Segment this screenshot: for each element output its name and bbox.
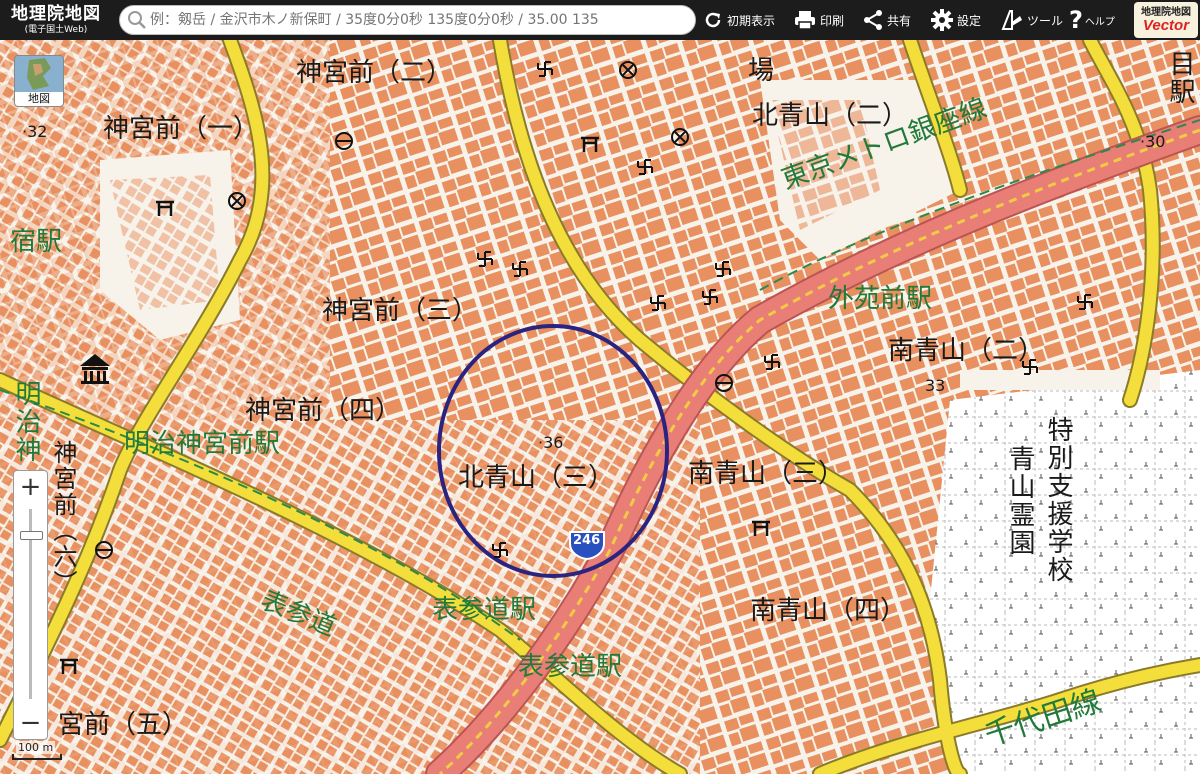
share-label: 共有 xyxy=(887,13,912,28)
label-jo: 場 xyxy=(748,56,775,86)
scale-bar: 100 m xyxy=(12,741,64,762)
help-icon: ? xyxy=(1069,6,1083,34)
printer-icon xyxy=(795,11,815,30)
reset-view-label: 初期表示 xyxy=(727,13,776,28)
scale-bar-label: 100 m xyxy=(16,741,56,754)
zoom-out-button[interactable]: − xyxy=(13,707,48,739)
reset-view-button[interactable]: 初期表示 xyxy=(702,0,775,40)
label-jingumae-1: 神宮前（一） xyxy=(103,114,260,144)
label-jingumae-4: 神宮前（四） xyxy=(245,396,402,426)
elevation-36: ·36 xyxy=(538,433,564,452)
toolbar: 地理院地図 (電子国土Web) 初期表示 印刷 共有 xyxy=(0,0,1200,40)
print-label: 印刷 xyxy=(820,13,845,28)
gear-icon xyxy=(931,9,953,31)
label-jingumae-6: 神宮前（六） xyxy=(49,440,77,596)
label-minamiaoyama-3: 南青山（三） xyxy=(688,459,845,489)
elevation-32: ·32 xyxy=(22,122,48,141)
zoom-in-button[interactable]: + xyxy=(13,471,48,503)
label-jingumae-2: 神宮前（二） xyxy=(296,58,453,88)
search-icon xyxy=(128,11,146,29)
map-type-thumbnail xyxy=(15,56,63,92)
vector-badge-title: 地理院地図 xyxy=(1141,6,1191,18)
label-gaienmae-station: 外苑前駅 xyxy=(828,284,933,314)
label-omotesando-station-2: 表参道駅 xyxy=(518,652,623,682)
label-omotesando-station-1: 表参道駅 xyxy=(432,595,537,625)
tools-icon xyxy=(1001,10,1022,30)
tools-label: ツール xyxy=(1027,13,1064,28)
vector-badge[interactable]: 地理院地図 Vector xyxy=(1134,2,1198,38)
label-special-school: 特別支援学校 xyxy=(1043,416,1073,584)
app-subtitle: (電子国土Web) xyxy=(24,24,88,35)
share-button[interactable]: 共有 xyxy=(862,0,911,40)
settings-button[interactable]: 設定 xyxy=(930,0,981,40)
label-kitaaoyama-3: 北青山（三） xyxy=(458,463,615,493)
route-number: 246 xyxy=(573,533,601,548)
tools-button[interactable]: ツール xyxy=(1000,0,1063,40)
label-meiji-jingumae-station: 明治神宮前駅 xyxy=(124,429,281,459)
search-input[interactable] xyxy=(148,11,692,29)
search-box[interactable] xyxy=(119,5,696,35)
label-jingumae-5: 宮前（五） xyxy=(58,710,189,740)
label-jingumae-3: 神宮前（三） xyxy=(322,296,479,326)
scale-bar-line xyxy=(12,754,62,760)
share-icon xyxy=(864,10,882,30)
label-aoyama-cemetery: 青山霊園 xyxy=(1005,445,1035,557)
zoom-slider-handle[interactable] xyxy=(20,531,43,540)
help-label: ヘルプ xyxy=(1084,16,1115,28)
elevation-33: 33 xyxy=(925,376,946,395)
app-title: 地理院地図 xyxy=(11,3,101,24)
label-minamiaoyama-2: 南青山（二） xyxy=(888,336,1045,366)
reload-icon xyxy=(705,12,721,28)
map-canvas[interactable]: 神宮前（二） 神宮前（一） 神宮前（三） 神宮前（四） 宮前（五） 神宮前（六）… xyxy=(0,40,1200,774)
help-button[interactable]: ? ヘルプ xyxy=(1069,0,1115,40)
elevation-30: ·30 xyxy=(1140,132,1166,151)
label-minamiaoyama-4: 南青山（四） xyxy=(750,596,907,626)
print-button[interactable]: 印刷 xyxy=(793,0,844,40)
map-type-switcher[interactable]: 地図 xyxy=(14,55,64,107)
vector-badge-name: Vector xyxy=(1142,16,1190,34)
label-station-partial: 目駅 xyxy=(1165,50,1195,106)
map-type-label: 地図 xyxy=(28,92,50,105)
settings-label: 設定 xyxy=(957,13,982,28)
zoom-control: + − xyxy=(13,470,48,740)
label-meiji-vertical: 明治神 xyxy=(11,380,41,464)
app-logo[interactable]: 地理院地図 (電子国土Web) xyxy=(0,0,112,40)
label-juku-station: 宿駅 xyxy=(10,227,63,257)
